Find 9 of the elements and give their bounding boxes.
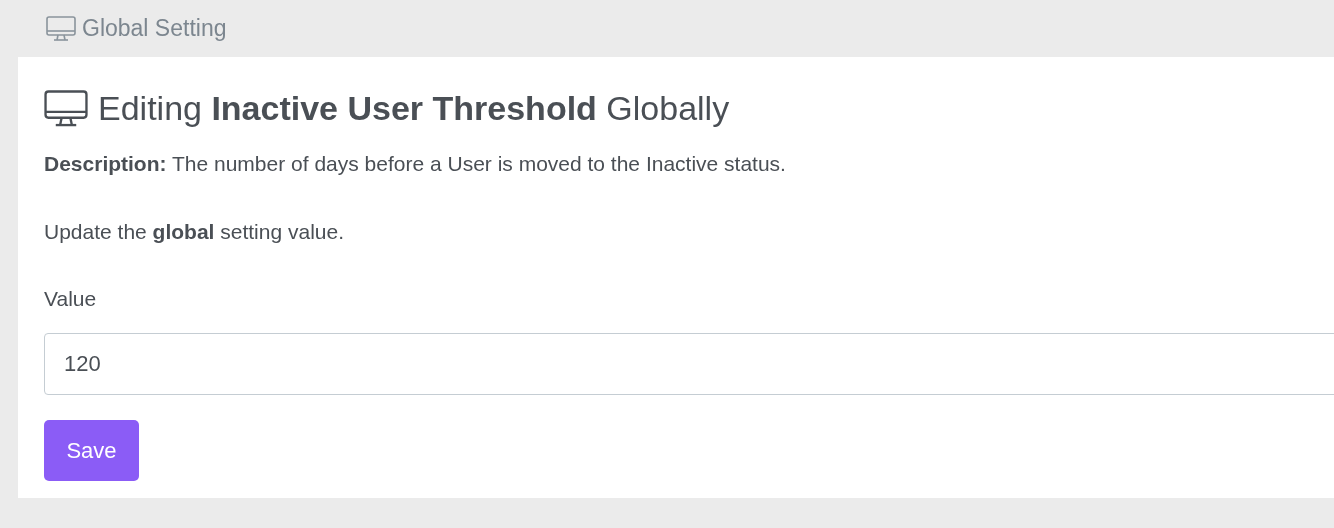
- monitor-icon: [46, 15, 76, 42]
- field-label: Value: [44, 286, 98, 312]
- breadcrumb-title: Global Setting: [82, 14, 227, 44]
- save-button[interactable]: Save: [44, 419, 139, 481]
- monitor-icon: [44, 89, 88, 128]
- page-heading: Editing Inactive User Threshold Globally: [98, 88, 730, 129]
- description-text: Description: The number of days before a User is moved to the Inactive status.: [44, 151, 787, 177]
- instruction-text: Update the global setting value.: [44, 218, 346, 245]
- value-input[interactable]: 120: [44, 332, 1334, 395]
